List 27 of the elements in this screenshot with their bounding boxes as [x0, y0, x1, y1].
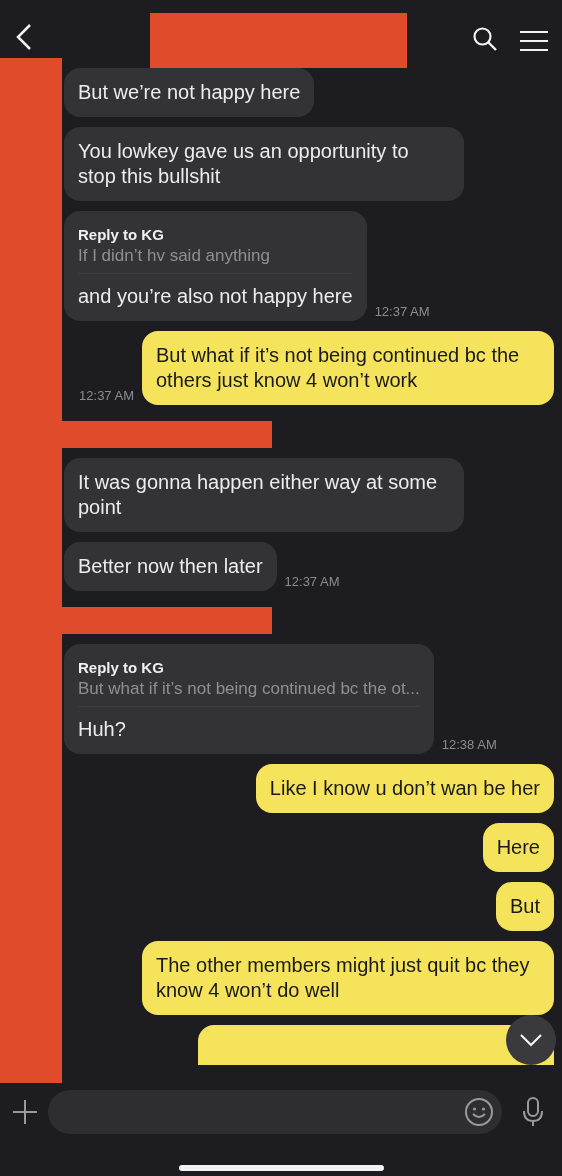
message-bubble: But we’re not happy here: [64, 68, 315, 117]
message-text: Huh?: [78, 717, 127, 742]
timestamp: 12:37 AM: [284, 574, 340, 591]
message-bubble: Like I know u don’t wan be her: [255, 764, 554, 813]
quoted-message: But what if it’s not being continued bc the ot...: [78, 678, 420, 700]
chevron-down-icon: [519, 1033, 543, 1047]
quoted-message: If I didn’t hv said anything: [78, 245, 271, 267]
reply-label: Reply to KG: [78, 225, 165, 245]
message-bubble: It was gonna happen either way at some point: [64, 458, 464, 532]
timestamp: 12:38 AM: [441, 737, 497, 754]
message-input[interactable]: [48, 1089, 502, 1134]
message-bubble: Here: [482, 823, 554, 872]
message-bubble: Better now then later: [64, 542, 277, 591]
message-bubble: But: [495, 882, 554, 931]
timestamp: 12:37 AM: [374, 304, 430, 321]
add-button[interactable]: [12, 1098, 38, 1125]
menu-button[interactable]: [520, 30, 548, 52]
back-button[interactable]: [14, 22, 34, 52]
emoji-button[interactable]: [464, 1096, 494, 1127]
message-bubble: But what if it’s not being continued bc the others just know 4 won’t work: [142, 331, 554, 405]
message-text: and you’re also not happy here: [78, 284, 353, 309]
reply-label: Reply to KG: [78, 658, 165, 678]
timestamp: 12:37 AM: [79, 388, 134, 405]
search-button[interactable]: [472, 26, 498, 52]
message-bubble: You lowkey gave us an opportunity to stop this bullshit: [64, 127, 464, 201]
message-bubble: The other members might just quit bc they know 4 won’t do well: [142, 941, 554, 1015]
scroll-down-button[interactable]: [506, 1015, 556, 1065]
